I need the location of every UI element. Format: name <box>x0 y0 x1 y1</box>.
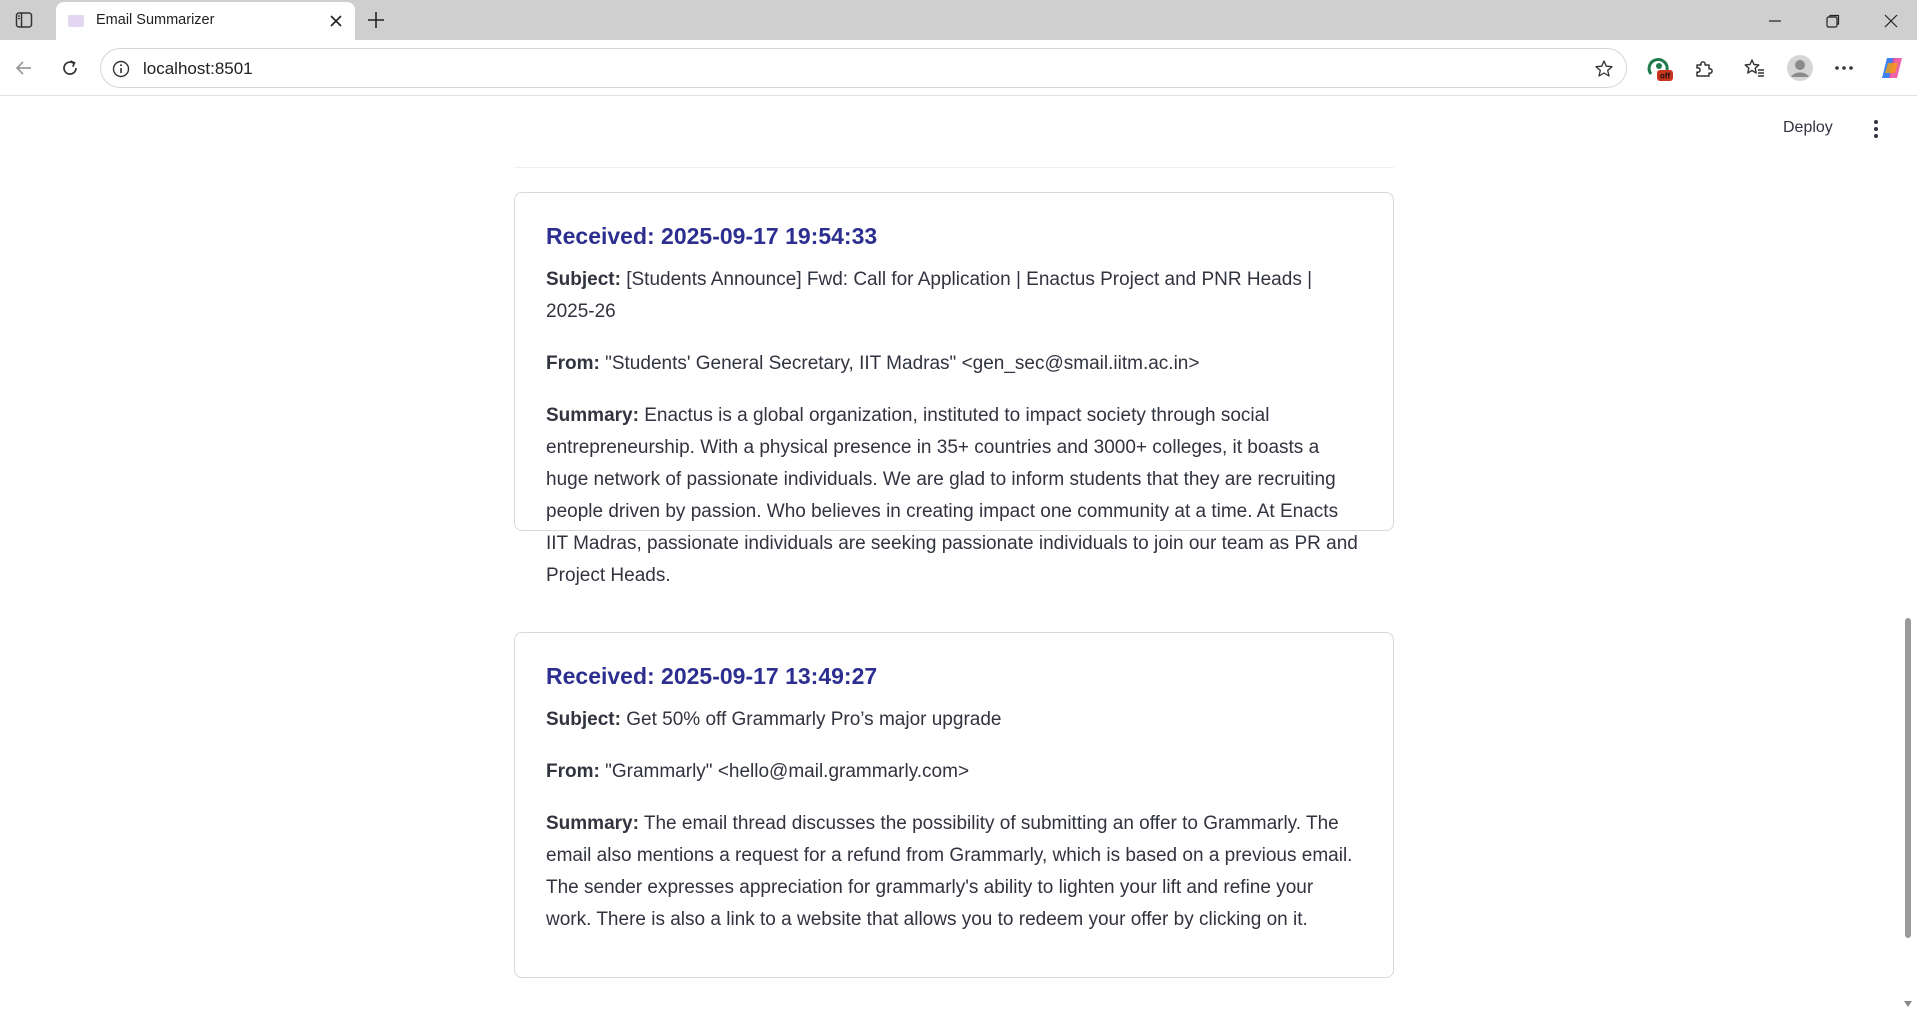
reload-icon[interactable] <box>54 52 86 84</box>
email-from-text: "Students' General Secretary, IIT Madras… <box>605 353 1200 374</box>
email-subject: Subject: [Students Announce] Fwd: Call f… <box>546 264 1362 328</box>
email-from-text: "Grammarly" <hello@mail.grammarly.com> <box>605 761 970 782</box>
restore-window-icon[interactable] <box>1813 6 1853 36</box>
email-from: From: "Grammarly" <hello@mail.grammarly.… <box>546 756 1362 788</box>
email-summary-text: Enactus is a global organization, instit… <box>546 405 1358 586</box>
profile-avatar-icon[interactable] <box>1784 52 1816 84</box>
browser-tab-bar: Email Summarizer <box>0 0 1917 40</box>
scrollbar-thumb[interactable] <box>1905 618 1911 938</box>
from-label: From: <box>546 353 600 374</box>
back-arrow-icon[interactable] <box>8 52 40 84</box>
email-subject: Subject: Get 50% off Grammarly Pro’s maj… <box>546 704 1362 736</box>
sidebar-toggle-icon[interactable] <box>12 8 36 32</box>
site-info-icon[interactable] <box>111 59 131 79</box>
tab-title: Email Summarizer <box>96 12 215 28</box>
copilot-icon[interactable] <box>1876 52 1908 84</box>
email-card: Received: 2025-09-17 19:54:33 Subject: [… <box>514 192 1394 586</box>
email-subject-text: [Students Announce] Fwd: Call for Applic… <box>546 269 1313 322</box>
extension-badge-text: off <box>1660 72 1671 81</box>
close-tab-icon[interactable] <box>326 11 346 31</box>
email-summary-text: The email thread discusses the possibili… <box>546 813 1353 930</box>
favorites-icon[interactable] <box>1738 52 1770 84</box>
email-summary: Summary: Enactus is a global organizatio… <box>546 400 1362 592</box>
subject-label: Subject: <box>546 709 621 730</box>
new-tab-icon[interactable] <box>364 8 388 32</box>
minimize-window-icon[interactable] <box>1755 6 1795 36</box>
deploy-button[interactable]: Deploy <box>1775 115 1841 141</box>
email-received-time: Received: 2025-09-17 13:49:27 <box>546 663 878 689</box>
email-received-time: Received: 2025-09-17 19:54:33 <box>546 223 878 249</box>
extension-off-icon[interactable]: off <box>1644 52 1676 84</box>
app-menu-icon[interactable] <box>1864 115 1888 143</box>
section-divider <box>514 167 1394 168</box>
app-main: Deploy Received: 2025-09-17 19:54:33 Sub… <box>0 97 1917 1013</box>
email-summary: Summary: The email thread discusses the … <box>546 808 1362 936</box>
email-from: From: "Students' General Secretary, IIT … <box>546 348 1362 380</box>
bookmark-star-icon[interactable] <box>1592 57 1616 81</box>
summary-label: Summary: <box>546 813 639 834</box>
extensions-puzzle-icon[interactable] <box>1688 52 1720 84</box>
browser-toolbar: localhost:8501 off <box>0 40 1917 96</box>
scroll-down-arrow-icon[interactable] <box>1903 999 1913 1009</box>
browser-tab-active[interactable]: Email Summarizer <box>56 2 355 40</box>
summary-label: Summary: <box>546 405 639 426</box>
more-options-icon[interactable] <box>1828 52 1860 84</box>
address-bar[interactable]: localhost:8501 <box>100 48 1627 88</box>
email-subject-text: Get 50% off Grammarly Pro’s major upgrad… <box>626 709 1002 730</box>
subject-label: Subject: <box>546 269 621 290</box>
from-label: From: <box>546 761 600 782</box>
email-card: Received: 2025-09-17 13:49:27 Subject: G… <box>514 632 1394 978</box>
tab-favicon-icon <box>68 15 84 27</box>
address-bar-url: localhost:8501 <box>143 59 253 78</box>
close-window-icon[interactable] <box>1871 6 1911 36</box>
